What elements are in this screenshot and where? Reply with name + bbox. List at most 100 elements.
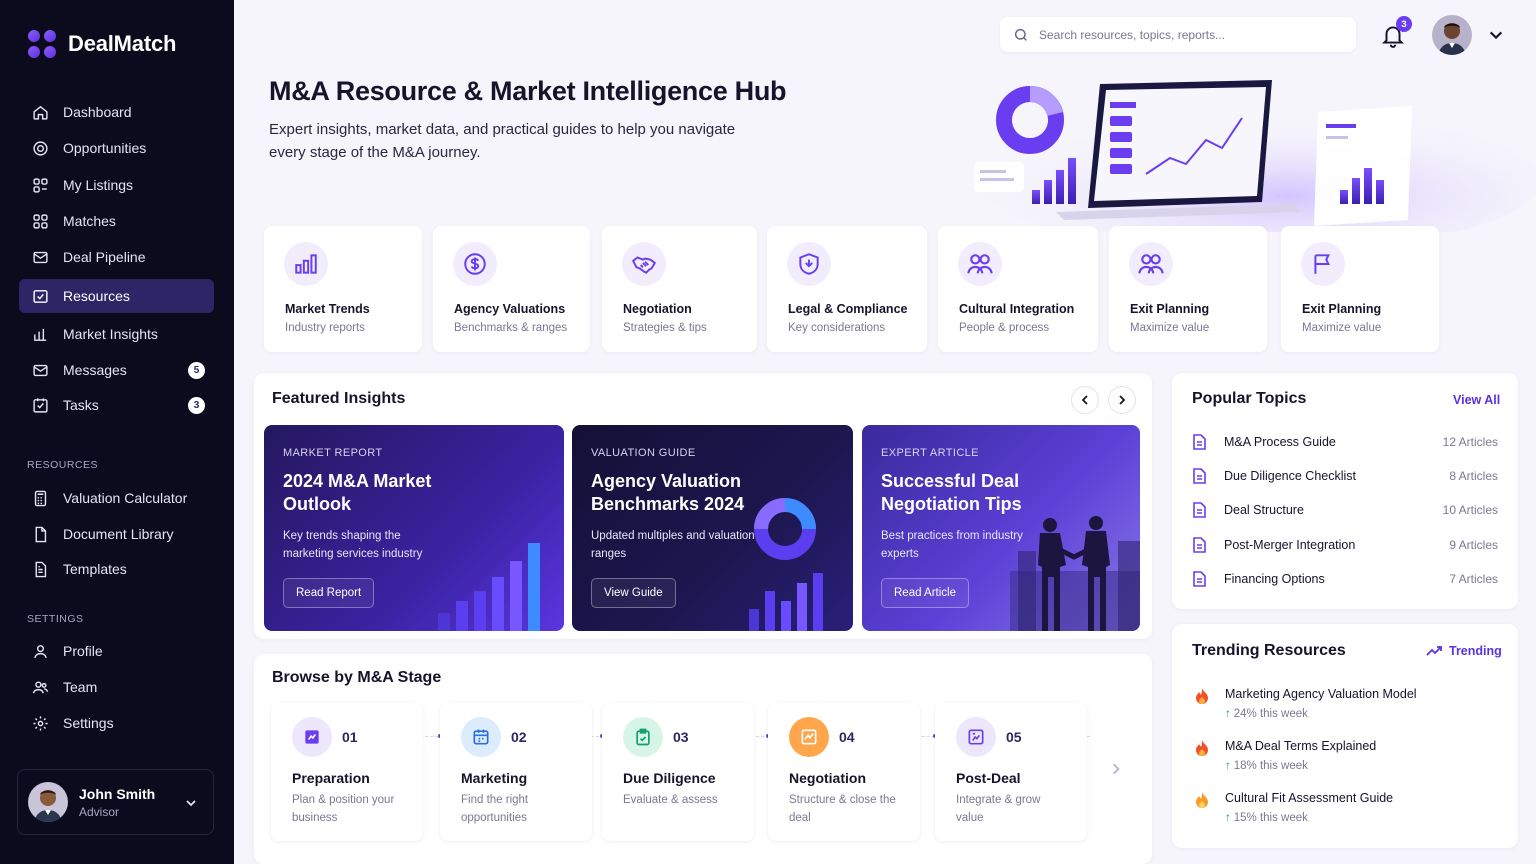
topic-article-count: 12 Articles — [1442, 435, 1498, 449]
brand-logo[interactable]: DealMatch — [26, 28, 176, 60]
target-icon — [31, 139, 49, 157]
trending-item-stat: ↑ 18% this week — [1225, 760, 1308, 772]
stages-next-chevron-icon[interactable] — [1109, 761, 1123, 777]
profile-avatar[interactable] — [1432, 15, 1472, 55]
negotiation-icon — [789, 717, 829, 757]
category-card-market-trends[interactable]: Market Trends Industry reports — [264, 226, 422, 352]
user-icon — [31, 642, 49, 660]
category-title: Cultural Integration — [959, 302, 1075, 316]
category-subtitle: Maximize value — [1302, 322, 1382, 334]
featured-insights-title: Featured Insights — [272, 390, 406, 407]
stage-card-negotiation[interactable]: 04 Negotiation Structure & close the dea… — [768, 703, 920, 841]
insight-card-market-report[interactable]: MARKET REPORT 2024 M&A Market Outlook Ke… — [264, 425, 564, 631]
checkbox-icon — [31, 396, 49, 414]
category-card-cultural-integration[interactable]: Cultural Integration People & process — [938, 226, 1098, 352]
topic-item[interactable]: M&A Process Guide 12 Articles — [1192, 432, 1498, 452]
insight-card-expert-article[interactable]: EXPERT ARTICLE Successful Deal Negotiati… — [862, 425, 1140, 631]
carousel-prev-button[interactable] — [1071, 386, 1099, 414]
carousel-next-button[interactable] — [1108, 386, 1136, 414]
stage-title: Due Diligence — [623, 770, 716, 786]
arrow-up-icon: ↑ — [1225, 760, 1231, 772]
topic-name: M&A Process Guide — [1224, 435, 1336, 449]
nav-resources[interactable]: Resources — [19, 279, 214, 313]
chevron-down-icon[interactable] — [1488, 27, 1504, 43]
trending-stat-value: 18% this week — [1233, 760, 1308, 772]
stage-card-due-diligence[interactable]: 03 Due Diligence Evaluate & assess — [602, 703, 754, 841]
nav-valuation-calculator[interactable]: Valuation Calculator — [19, 481, 214, 515]
nav-label: Document Library — [63, 526, 174, 542]
category-title: Agency Valuations — [454, 302, 566, 316]
messages-count-badge: 5 — [188, 362, 205, 379]
category-card-agency-valuations[interactable]: Agency Valuations Benchmarks & ranges — [433, 226, 590, 352]
nav-market-insights[interactable]: Market Insights — [19, 317, 214, 351]
flag-icon — [1301, 242, 1345, 286]
popular-topics-title: Popular Topics — [1192, 390, 1307, 407]
nav-label: Templates — [63, 561, 127, 577]
nav-team[interactable]: Team — [19, 670, 214, 704]
listings-icon — [31, 176, 49, 194]
document-icon — [1192, 502, 1208, 518]
nav-label: Team — [63, 679, 98, 695]
search-input[interactable] — [1039, 27, 1339, 42]
user-avatar — [28, 782, 68, 822]
stage-number: 05 — [1006, 729, 1022, 745]
fire-icon — [1196, 688, 1208, 704]
topic-item[interactable]: Due Diligence Checklist 8 Articles — [1192, 466, 1498, 486]
nav-dashboard[interactable]: Dashboard — [19, 95, 214, 129]
read-article-button[interactable]: Read Article — [881, 578, 970, 608]
topic-name: Post-Merger Integration — [1224, 538, 1356, 552]
category-title: Legal & Compliance — [788, 302, 908, 316]
stage-description: Evaluate & assess — [623, 794, 718, 806]
view-guide-button[interactable]: View Guide — [591, 578, 676, 608]
nav-templates[interactable]: Templates — [19, 552, 214, 586]
hero-illustration — [974, 80, 1536, 232]
category-card-negotiation[interactable]: Negotiation Strategies & tips — [602, 226, 757, 352]
stage-card-preparation[interactable]: 01 Preparation Plan & position your busi… — [271, 703, 423, 841]
document-icon — [1192, 537, 1208, 553]
view-all-link[interactable]: View All — [1453, 393, 1500, 407]
nav-label: Profile — [63, 643, 103, 659]
team-icon — [31, 678, 49, 696]
chevron-right-icon — [1119, 395, 1126, 405]
trending-link-label: Trending — [1449, 644, 1502, 658]
category-card-exit-planning-2[interactable]: Exit Planning Maximize value — [1281, 226, 1439, 352]
topic-item[interactable]: Financing Options 7 Articles — [1192, 569, 1498, 589]
search-bar[interactable] — [1000, 17, 1356, 52]
category-card-exit-planning[interactable]: Exit Planning Maximize value — [1109, 226, 1267, 352]
stage-card-marketing[interactable]: 02 Marketing Find the right opportunitie… — [440, 703, 592, 841]
stage-card-post-deal[interactable]: 05 Post-Deal Integrate & grow value — [935, 703, 1087, 841]
trending-stat-value: 24% this week — [1233, 708, 1308, 720]
topic-item[interactable]: Deal Structure 10 Articles — [1192, 500, 1498, 520]
insight-card-valuation-guide[interactable]: VALUATION GUIDE Agency Valuation Benchma… — [572, 425, 853, 631]
insight-kicker: EXPERT ARTICLE — [881, 447, 979, 459]
nav-my-listings[interactable]: My Listings — [19, 168, 214, 202]
mail-icon — [31, 361, 49, 379]
calendar-icon — [461, 717, 501, 757]
user-account-menu[interactable]: John Smith Advisor — [17, 769, 214, 835]
nav-tasks[interactable]: Tasks 3 — [19, 388, 214, 422]
bar-chart-icon — [31, 325, 49, 343]
people-icon — [1129, 242, 1173, 286]
category-subtitle: Maximize value — [1130, 322, 1210, 334]
document-icon — [1192, 434, 1208, 450]
topic-item[interactable]: Post-Merger Integration 9 Articles — [1192, 535, 1498, 555]
nav-opportunities[interactable]: Opportunities — [19, 131, 214, 165]
page-subtitle: Expert insights, market data, and practi… — [269, 121, 736, 161]
nav-messages[interactable]: Messages 5 — [19, 353, 214, 387]
trending-link[interactable]: Trending — [1426, 644, 1502, 658]
nav-matches[interactable]: Matches — [19, 204, 214, 238]
insight-title: Successful Deal Negotiation Tips — [881, 471, 1022, 514]
nav-deal-pipeline[interactable]: Deal Pipeline — [19, 240, 214, 274]
shield-icon — [787, 242, 831, 286]
nav-profile[interactable]: Profile — [19, 634, 214, 668]
insight-description: Key trends shaping the marketing service… — [283, 530, 423, 560]
search-icon — [1014, 28, 1027, 41]
nav-settings[interactable]: Settings — [19, 706, 214, 740]
read-report-button[interactable]: Read Report — [283, 578, 375, 608]
category-card-legal-compliance[interactable]: Legal & Compliance Key considerations — [767, 226, 927, 352]
nav-document-library[interactable]: Document Library — [19, 517, 214, 551]
insight-title: 2024 M&A Market Outlook — [283, 471, 432, 514]
document-icon — [1192, 571, 1208, 587]
insight-title: Agency Valuation Benchmarks 2024 — [591, 471, 745, 514]
stage-description: Integrate & grow value — [956, 794, 1041, 824]
